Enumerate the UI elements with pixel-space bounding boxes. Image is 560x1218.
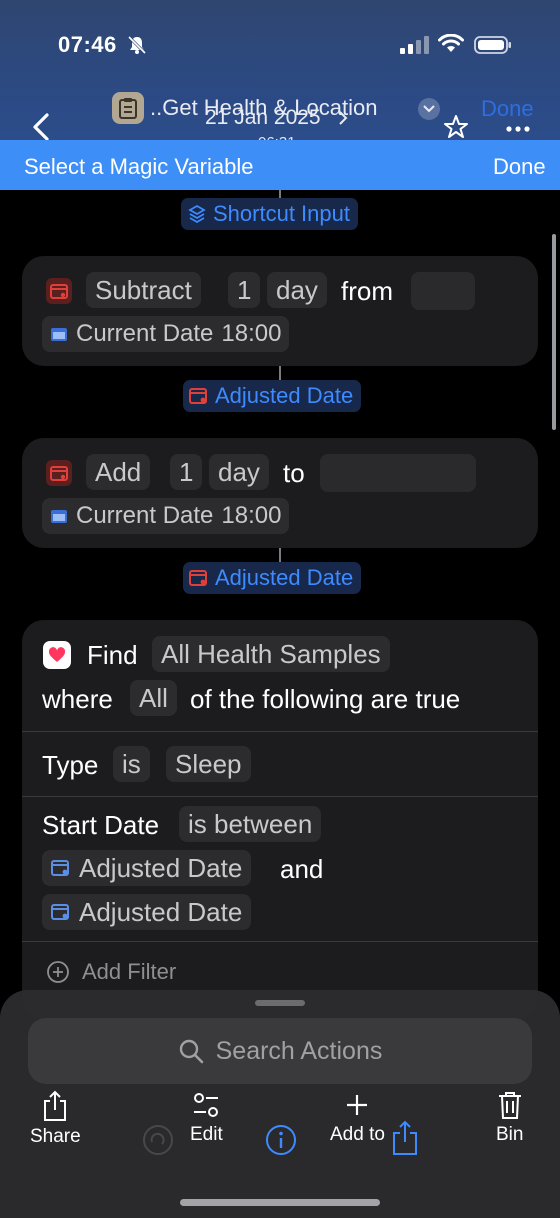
cellular-signal-icon [400, 36, 429, 54]
calendar-icon [51, 510, 67, 523]
filter-divider [22, 731, 538, 732]
health-samples-token[interactable]: All Health Samples [152, 636, 390, 672]
plus-icon [347, 1095, 368, 1115]
adjusted-date-label: Adjusted Date [215, 565, 354, 590]
overlay-date: 21 Jan 2025 [205, 106, 321, 129]
search-placeholder: Search Actions [215, 1036, 383, 1065]
filter-value-token[interactable]: Sleep [166, 746, 251, 782]
current-date-time: 18:00 [221, 502, 282, 529]
trash-icon [498, 1092, 521, 1119]
amount-token[interactable]: 1 [170, 454, 203, 490]
blurred-value-slot[interactable] [411, 272, 475, 310]
preposition-text: from [341, 276, 393, 306]
bin-label: Bin [496, 1124, 524, 1145]
shortcut-input-label: Shortcut Input [213, 201, 350, 226]
magic-variable-done-button[interactable]: Done [493, 154, 546, 180]
adjusted-date-label: Adjusted Date [215, 383, 354, 408]
star-icon[interactable] [443, 114, 469, 140]
shortcut-layers-icon [188, 204, 206, 224]
edit-button[interactable]: Edit [190, 1090, 223, 1146]
filter-operator-token[interactable]: is between [179, 806, 322, 842]
connector-line [279, 190, 281, 198]
more-options-icon[interactable] [506, 126, 530, 132]
info-icon[interactable] [265, 1124, 297, 1156]
filter-field-start-date[interactable]: Start Date [42, 810, 159, 841]
filter-operator-token[interactable]: is [113, 746, 150, 782]
add-filter-button[interactable]: Add Filter [46, 959, 176, 985]
calendar-adjust-icon [189, 388, 207, 404]
share-label: Share [30, 1126, 81, 1147]
filter-field-type[interactable]: Type [42, 750, 98, 781]
calendar-adjust-icon [189, 570, 207, 586]
amount-token[interactable]: 1 [228, 272, 261, 308]
health-heart-icon [43, 641, 71, 669]
calendar-icon [51, 328, 67, 341]
bin-button[interactable]: Bin [496, 1090, 523, 1146]
share-blue-icon[interactable] [391, 1120, 419, 1156]
operation-token[interactable]: Add [86, 454, 151, 490]
sliders-icon [194, 1093, 219, 1117]
current-date-label: Current Date [76, 320, 214, 347]
adjusted-date-variable[interactable]: Adjusted Date [42, 894, 252, 930]
edit-label: Edit [190, 1124, 223, 1145]
redo-circle-icon[interactable] [142, 1124, 174, 1156]
title-dropdown-button[interactable] [418, 98, 440, 120]
where-text: where [42, 684, 113, 714]
header-done-button[interactable]: Done [481, 96, 534, 122]
calendar-adjust-icon [46, 460, 72, 486]
filter-divider [22, 941, 538, 942]
search-actions-field[interactable]: Search Actions [28, 1018, 532, 1084]
unit-token[interactable]: day [209, 454, 269, 490]
find-verb: Find [87, 640, 138, 670]
search-icon [179, 1039, 203, 1064]
shortcut-input-variable[interactable]: Shortcut Input [181, 198, 358, 230]
battery-icon [474, 36, 511, 54]
add-filter-label: Add Filter [82, 959, 177, 984]
wifi-icon [438, 34, 464, 52]
add-to-label: Add to [330, 1124, 385, 1145]
calendar-adjust-icon [51, 904, 69, 920]
calendar-adjust-icon [46, 278, 72, 304]
home-indicator[interactable] [180, 1199, 380, 1206]
adjusted-date-label: Adjusted Date [79, 896, 243, 927]
calendar-adjust-icon [51, 860, 69, 876]
blurred-value-slot[interactable] [320, 454, 476, 492]
adjusted-date-output[interactable]: Adjusted Date [183, 562, 362, 594]
scroll-indicator[interactable] [552, 234, 556, 430]
current-date-label: Current Date [76, 502, 214, 529]
chevron-down-icon [423, 105, 435, 113]
status-time: 07:46 [58, 32, 117, 57]
operation-token[interactable]: Subtract [86, 272, 201, 308]
filter-divider [22, 796, 538, 797]
clipboard-icon [119, 98, 137, 119]
and-joiner: and [280, 854, 324, 884]
sheet-grabber[interactable] [255, 1000, 305, 1006]
silent-bell-icon [127, 35, 147, 55]
chevron-right-icon [339, 111, 348, 125]
adjusted-date-output[interactable]: Adjusted Date [183, 380, 362, 412]
quantifier-token[interactable]: All [130, 680, 177, 716]
current-date-variable[interactable]: Current Date 18:00 [42, 498, 290, 534]
add-to-button[interactable]: Add to [330, 1090, 385, 1146]
magic-variable-title: Select a Magic Variable [24, 154, 254, 179]
current-date-time: 18:00 [221, 320, 282, 347]
back-chevron-icon[interactable] [28, 112, 54, 142]
adjusted-date-variable[interactable]: Adjusted Date [42, 850, 252, 886]
unit-token[interactable]: day [267, 272, 327, 308]
condition-text: of the following are true [190, 684, 461, 714]
connector-line [279, 548, 281, 562]
connector-line [279, 366, 281, 380]
share-icon [44, 1090, 67, 1121]
share-button[interactable]: Share [30, 1090, 81, 1148]
current-date-variable[interactable]: Current Date 18:00 [42, 316, 290, 352]
plus-circle-icon [47, 961, 69, 983]
preposition-text: to [283, 458, 305, 488]
adjusted-date-label: Adjusted Date [79, 852, 243, 883]
shortcut-app-icon[interactable] [112, 92, 144, 124]
